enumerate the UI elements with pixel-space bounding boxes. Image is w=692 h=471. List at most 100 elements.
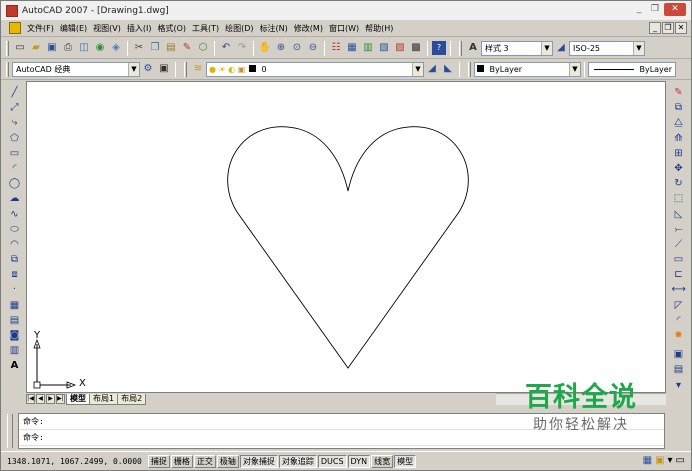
cut-icon[interactable]: ✂ [132,41,146,55]
scroll-down-icon[interactable]: ▾ [672,378,686,393]
scale-icon[interactable]: ⬚ [672,191,686,206]
paste-icon[interactable]: ▤ [164,41,178,55]
menu-file[interactable]: 文件(F) [24,23,57,34]
rotate-icon[interactable]: ↻ [672,176,686,191]
properties-icon[interactable]: ☷ [329,41,343,55]
first-tab-button[interactable]: |◀ [26,394,35,404]
new-icon[interactable]: ▭ [13,41,27,55]
polyline-icon[interactable]: ⤷ [8,115,22,130]
stretch-icon[interactable]: ◺ [672,207,686,222]
publish-icon[interactable]: ◉ [93,41,107,55]
ortho-toggle[interactable]: 正交 [193,454,216,468]
line-icon[interactable]: ╱ [8,85,22,100]
move-icon[interactable]: ✥ [672,161,686,176]
zoom-realtime-icon[interactable]: ⊕ [274,41,288,55]
snap-toggle[interactable]: 捕捉 [147,454,170,468]
menu-help[interactable]: 帮助(H) [362,23,396,34]
doc-minimize-button[interactable]: _ [649,22,661,34]
document-icon[interactable] [9,22,21,34]
menu-dimension[interactable]: 标注(N) [257,23,291,34]
minimize-button[interactable]: _ [632,3,646,16]
workspace-save-icon[interactable]: ▣ [157,62,171,76]
model-toggle[interactable]: 模型 [394,454,417,468]
menu-tools[interactable]: 工具(T) [189,23,222,34]
design-center-icon[interactable]: ▦ [345,41,359,55]
text-style-icon[interactable]: A [466,41,480,55]
otrack-toggle[interactable]: 对象追踪 [278,454,317,468]
match-properties-icon[interactable]: ✎ [180,41,194,55]
block-editor-icon[interactable]: ⬡ [196,41,210,55]
spline-icon[interactable]: ∿ [8,207,22,222]
coordinate-readout[interactable]: 1348.1071, 1067.2499, 0.0000 [1,457,148,466]
break-at-point-icon[interactable]: ▭ [672,252,686,267]
dim-style-select[interactable]: ISO-25 ▼ [569,40,645,56]
layer-select[interactable]: ● ☀ ◐ ▣ 0 ▼ [206,61,424,77]
hatch-icon[interactable]: ▦ [8,298,22,313]
extend-icon[interactable]: ⟋ [672,237,686,252]
ducs-toggle[interactable]: DUCS [317,454,347,468]
revision-cloud-icon[interactable]: ☁ [8,191,22,206]
mirror-icon[interactable]: ⧋ [672,115,686,130]
region-icon[interactable]: ◙ [8,328,22,343]
draworder-icon[interactable]: ▣ [672,347,686,362]
array-icon[interactable]: ⊞ [672,146,686,161]
workspace-settings-icon[interactable]: ⚙ [141,62,155,76]
erase-icon[interactable]: ✎ [672,85,686,100]
point-icon[interactable]: · [8,282,22,297]
polygon-icon[interactable]: ⬠ [8,131,22,146]
gradient-icon[interactable]: ▤ [8,313,22,328]
redo-icon[interactable]: ↷ [235,41,249,55]
toolbar-grip[interactable] [468,61,471,77]
arc-icon[interactable]: ◜ [8,161,22,176]
layer-previous-icon[interactable]: ◣ [441,62,455,76]
tab-layout2[interactable]: 布局2 [117,393,147,405]
lineweight-toggle[interactable]: 线宽 [371,454,394,468]
make-current-layer-icon[interactable]: ◢ [425,62,439,76]
print-icon[interactable]: ⎙ [61,41,75,55]
save-icon[interactable]: ▣ [45,41,59,55]
explode-icon[interactable]: ✸ [672,328,686,343]
next-tab-button[interactable]: ▶ [46,394,55,404]
last-tab-button[interactable]: ▶| [56,394,65,404]
tab-model[interactable]: 模型 [66,393,90,405]
osnap-toggle[interactable]: 对象捕捉 [239,454,278,468]
menu-modify[interactable]: 修改(M) [291,23,326,34]
insert-block-icon[interactable]: ⧉ [8,252,22,267]
open-icon[interactable]: ▰ [29,41,43,55]
pan-icon[interactable]: ✋ [258,41,272,55]
menu-format[interactable]: 格式(O) [154,23,189,34]
dim-style-icon[interactable]: ◢ [554,41,568,55]
previous-tab-button[interactable]: ◀ [36,394,45,404]
toolbar-grip[interactable] [184,61,187,77]
rectangle-icon[interactable]: ▭ [8,146,22,161]
command-window-grip[interactable] [7,414,13,448]
join-icon[interactable]: ⟷ [672,282,686,297]
restore-button[interactable]: ❐ [648,3,662,16]
menu-draw[interactable]: 绘图(D) [222,23,256,34]
undo-icon[interactable]: ↶ [219,41,233,55]
trim-icon[interactable]: ⤚ [672,222,686,237]
drawing-canvas[interactable]: Y X [26,81,666,393]
menu-edit[interactable]: 编辑(E) [57,23,90,34]
menu-window[interactable]: 窗口(W) [326,23,362,34]
tool-palettes-icon[interactable]: ▥ [361,41,375,55]
zoom-window-icon[interactable]: ⊙ [290,41,304,55]
circle-icon[interactable]: ◯ [8,176,22,191]
menu-view[interactable]: 视图(V) [90,23,124,34]
clean-screen-icon[interactable]: ▭ [676,455,685,467]
sheet-set-icon[interactable]: ▧ [377,41,391,55]
color-select[interactable]: ByLayer ▼ [474,61,581,77]
doc-close-button[interactable]: ✕ [675,22,687,34]
copy-icon[interactable]: ❐ [148,41,162,55]
draworder-back-icon[interactable]: ▤ [672,362,686,377]
toolbar-grip[interactable] [6,40,9,56]
doc-restore-button[interactable]: ❐ [662,22,674,34]
menu-insert[interactable]: 插入(I) [124,23,155,34]
tab-layout1[interactable]: 布局1 [89,393,119,405]
status-menu-chevron-icon[interactable]: ▾ [668,455,673,467]
break-icon[interactable]: ⊏ [672,267,686,282]
calculator-icon[interactable]: ▩ [409,41,423,55]
grid-toggle[interactable]: 栅格 [170,454,193,468]
text-style-select[interactable]: 样式 3 ▼ [481,40,553,56]
ellipse-arc-icon[interactable]: ◠ [8,237,22,252]
